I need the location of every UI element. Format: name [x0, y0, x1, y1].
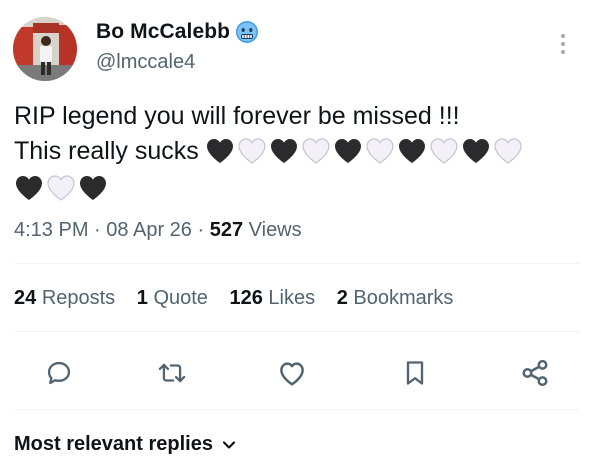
bookmark-button[interactable]: [395, 353, 435, 393]
reposts-stat[interactable]: 24 Reposts: [14, 287, 115, 309]
likes-count: 126: [229, 287, 263, 309]
white-heart-icon: [430, 138, 458, 164]
share-icon: [522, 359, 548, 387]
divider: [14, 409, 579, 410]
tweet-line-2-text: This really sucks: [14, 137, 199, 165]
black-heart-icon: [462, 139, 489, 163]
display-name[interactable]: Bo McCalebb: [96, 20, 230, 44]
replies-sort-label: Most relevant replies: [14, 433, 213, 455]
engagement-stats: 24 Reposts 1 Quote 126 Likes 2 Bookmarks: [14, 287, 469, 310]
likes-label: Likes: [268, 287, 316, 309]
reply-button[interactable]: [39, 353, 79, 393]
tweet-meta: 4:13 PM · 08 Apr 26 · 527 Views: [14, 219, 302, 242]
tweet-time[interactable]: 4:13 PM: [14, 219, 88, 241]
divider: [14, 331, 579, 332]
share-button[interactable]: [515, 353, 555, 393]
likes-stat[interactable]: 126 Likes: [229, 287, 315, 309]
black-heart-icon: [16, 176, 42, 200]
profile-photo-icon: [13, 17, 77, 81]
views-count: 527: [209, 219, 244, 241]
repost-icon: [158, 363, 186, 383]
heart-emoji-row: [205, 137, 523, 165]
reply-icon: [47, 361, 71, 385]
avatar[interactable]: [13, 17, 77, 81]
tweet-line-1: RIP legend you will forever be missed !!…: [14, 102, 460, 130]
repost-button[interactable]: [152, 353, 192, 393]
bookmarks-stat[interactable]: 2 Bookmarks: [337, 287, 454, 309]
chevron-down-icon: [222, 440, 236, 449]
white-heart-icon: [47, 175, 75, 201]
author-handle[interactable]: @lmccale4: [96, 51, 195, 74]
black-heart-icon: [80, 176, 106, 200]
white-heart-icon: [302, 138, 330, 164]
cold-face-emoji-icon: [236, 21, 259, 43]
white-heart-icon: [366, 138, 394, 164]
tweet-action-bar: [0, 353, 594, 393]
heart-emoji-row: [14, 174, 108, 202]
more-vertical-icon: [561, 34, 565, 54]
like-button[interactable]: [272, 353, 312, 393]
author-name-row[interactable]: Bo McCalebb: [96, 20, 259, 44]
bookmark-icon: [406, 361, 424, 385]
reposts-label: Reposts: [41, 287, 116, 309]
black-heart-icon: [270, 139, 297, 163]
bookmarks-count: 2: [336, 287, 348, 309]
divider: [14, 263, 579, 264]
quotes-label: Quote: [153, 287, 208, 309]
views-label: Views: [248, 219, 302, 241]
quotes-count: 1: [136, 287, 148, 309]
tweet-line-2: This really sucks: [14, 134, 584, 168]
meta-separator: ·: [197, 219, 205, 241]
bookmarks-label: Bookmarks: [353, 287, 454, 309]
black-heart-icon: [206, 139, 233, 163]
quotes-stat[interactable]: 1 Quote: [137, 287, 208, 309]
black-heart-icon: [398, 139, 425, 163]
like-icon: [280, 362, 304, 386]
tweet-line-3: [14, 171, 584, 205]
black-heart-icon: [334, 139, 361, 163]
white-heart-icon: [238, 138, 266, 164]
tweet-date[interactable]: 08 Apr 26: [106, 219, 192, 241]
more-options-button[interactable]: [554, 31, 572, 57]
reposts-count: 24: [14, 287, 37, 309]
white-heart-icon: [494, 138, 522, 164]
meta-separator: ·: [94, 219, 101, 241]
tweet-text: RIP legend you will forever be missed !!…: [14, 99, 584, 205]
replies-sort-dropdown[interactable]: Most relevant replies: [14, 433, 237, 456]
